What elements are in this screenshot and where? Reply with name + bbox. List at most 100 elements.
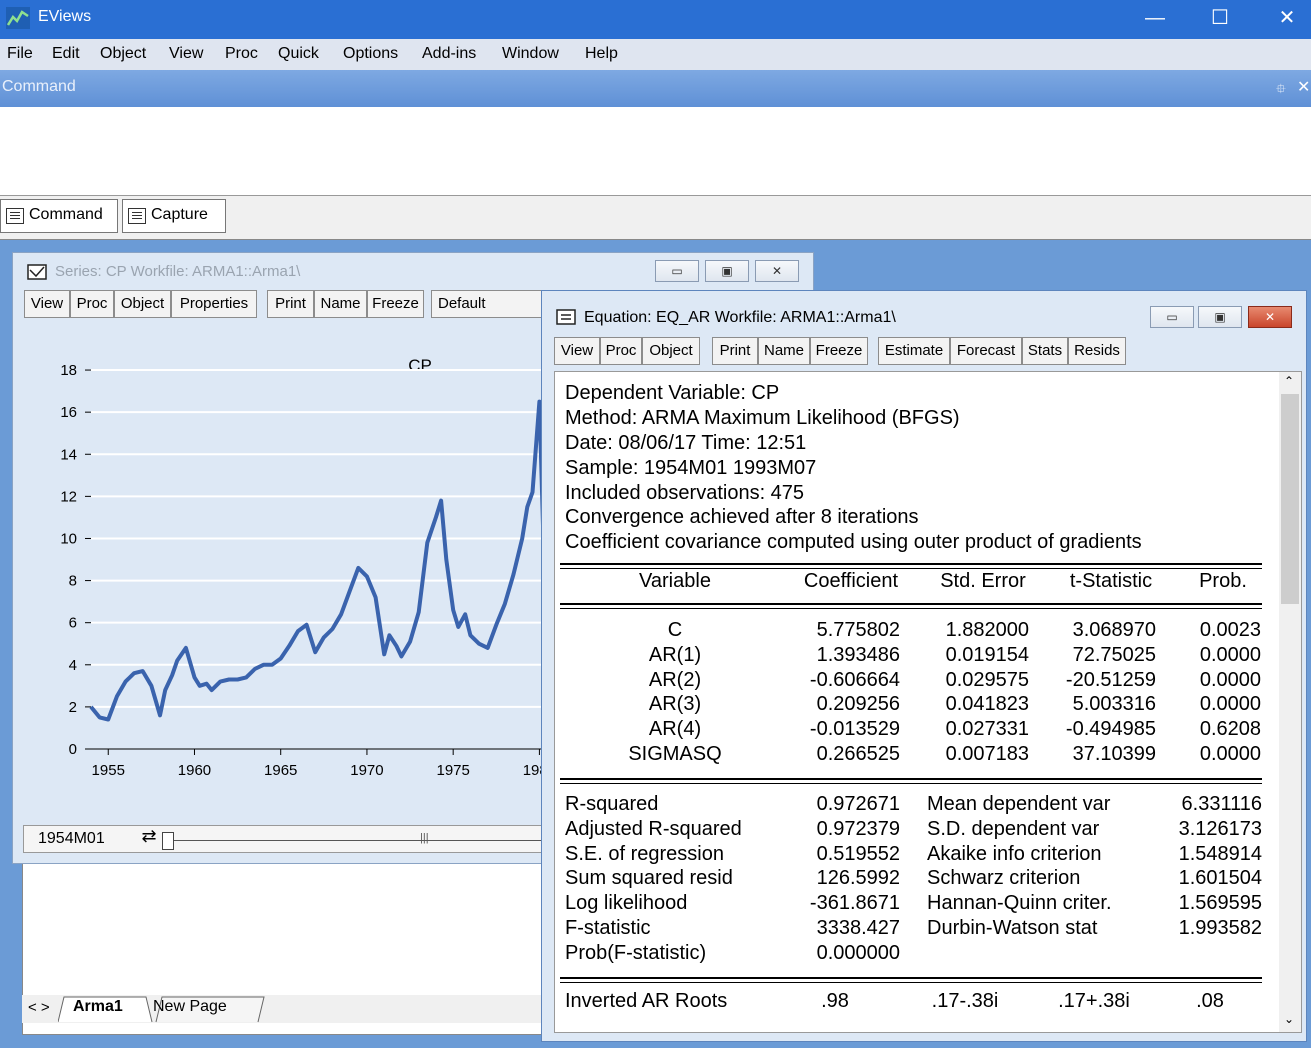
equation-forecast-button[interactable]: Forecast xyxy=(950,337,1022,365)
page-tab-arma1[interactable]: Arma1 xyxy=(73,998,123,1016)
menu-help[interactable]: Help xyxy=(585,45,618,63)
root-value: .98 xyxy=(821,990,849,1012)
equation-freeze-button[interactable]: Freeze xyxy=(810,337,868,365)
chart-gridlines xyxy=(91,369,567,708)
column-header: t-Statistic xyxy=(1069,570,1153,592)
scroll-thumb[interactable] xyxy=(1281,394,1299,604)
equation-view-button[interactable]: View xyxy=(554,337,600,365)
sample-scroll-row: 1954M01 ⇄ ||| xyxy=(23,825,583,853)
y-tick-label: 4 xyxy=(69,657,77,674)
y-tick-label: 6 xyxy=(69,615,77,632)
series-freeze-button[interactable]: Freeze xyxy=(367,290,424,318)
series-name-button[interactable]: Name xyxy=(314,290,367,318)
equation-window: Equation: EQ_AR Workfile: ARMA1::Arma1\ … xyxy=(541,290,1307,1042)
statistic-value: -361.8671 xyxy=(809,892,900,915)
statistic-value: 1.601504 xyxy=(1178,867,1262,890)
tab-command[interactable]: Command xyxy=(0,199,118,233)
equation-proc-button[interactable]: Proc xyxy=(600,337,642,365)
column-header: Prob. xyxy=(1199,570,1247,592)
y-tick-label: 18 xyxy=(60,362,77,379)
convergence-line: Convergence achieved after 8 iterations xyxy=(565,506,919,528)
series-object-button[interactable]: Object xyxy=(114,290,171,318)
y-tick-label: 14 xyxy=(60,446,77,463)
statistic-value: 1.993582 xyxy=(1178,917,1262,939)
coefficient-cell: -0.013529 xyxy=(809,718,900,741)
y-tick-label: 2 xyxy=(69,699,77,716)
table-rule xyxy=(560,563,1262,565)
series-print-button[interactable]: Print xyxy=(267,290,314,318)
command-close-icon[interactable]: ✕ xyxy=(1297,77,1310,97)
coefficient-cell: 5.775802 xyxy=(816,619,900,641)
series-view-button[interactable]: View xyxy=(24,290,70,318)
command-panel-title: Command xyxy=(2,78,76,95)
sample-slider-handle[interactable] xyxy=(162,832,174,850)
menu-edit[interactable]: Edit xyxy=(52,45,80,63)
series-restore-button[interactable]: ▣ xyxy=(705,260,749,282)
statistic-value: 0.972379 xyxy=(816,817,900,840)
equation-close-button[interactable]: ✕ xyxy=(1248,306,1292,328)
statistic-value: 0.000000 xyxy=(816,941,900,964)
equation-resids-button[interactable]: Resids xyxy=(1068,337,1126,365)
output-scrollbar[interactable]: ⌃ ⌄ xyxy=(1279,372,1301,1032)
statistic-value: 3.126173 xyxy=(1178,817,1262,840)
sample-toggle-icon[interactable]: ⇄ xyxy=(136,826,162,852)
series-icon xyxy=(27,264,47,280)
y-tick-label: 8 xyxy=(69,573,77,590)
table-rule xyxy=(560,783,1262,784)
equation-minimize-button[interactable]: ▭ xyxy=(1150,306,1194,328)
app-title: EViews xyxy=(38,8,92,25)
equation-stats-button[interactable]: Stats xyxy=(1022,337,1068,365)
menu-options[interactable]: Options xyxy=(343,45,398,63)
series-properties-button[interactable]: Properties xyxy=(171,290,257,318)
page-nav-arrows[interactable]: < > xyxy=(28,999,50,1016)
equation-print-button[interactable]: Print xyxy=(712,337,758,365)
command-input-area[interactable] xyxy=(0,107,1311,196)
maximize-button[interactable]: ☐ xyxy=(1205,4,1235,32)
sample-slider-track[interactable] xyxy=(174,840,574,841)
x-tick-label: 1955 xyxy=(92,762,125,779)
page-tab-new-page[interactable]: New Page xyxy=(153,998,227,1016)
table-rule xyxy=(560,778,1262,780)
equation-name-button[interactable]: Name xyxy=(758,337,810,365)
statistic-label: S.E. of regression xyxy=(565,842,724,865)
estimation-output: Dependent Variable: CP Method: ARMA Maxi… xyxy=(554,371,1302,1033)
series-minimize-button[interactable]: ▭ xyxy=(655,260,699,282)
menu-window[interactable]: Window xyxy=(502,45,559,63)
statistic-value: 3338.427 xyxy=(816,917,900,939)
equation-restore-button[interactable]: ▣ xyxy=(1198,306,1242,328)
view-dropdown[interactable]: Default xyxy=(431,290,551,318)
sample-line: Sample: 1954M01 1993M07 xyxy=(565,457,817,479)
x-tick-label: 1960 xyxy=(178,762,211,779)
scroll-down-icon[interactable]: ⌄ xyxy=(1284,1012,1294,1026)
scroll-up-icon[interactable]: ⌃ xyxy=(1284,374,1294,388)
statistic-value: 0.972671 xyxy=(816,793,900,815)
menu-object[interactable]: Object xyxy=(100,45,146,63)
minimize-button[interactable]: — xyxy=(1140,4,1170,32)
close-button[interactable]: ✕ xyxy=(1272,4,1302,32)
menu-view[interactable]: View xyxy=(169,45,203,63)
pin-icon[interactable]: ⯐ xyxy=(1276,80,1286,102)
statistic-value: 6.331116 xyxy=(1181,793,1262,815)
series-window-title: Series: CP Workfile: ARMA1::Arma1\ xyxy=(55,263,301,280)
tab-capture[interactable]: Capture xyxy=(122,199,226,233)
menu-add-ins[interactable]: Add-ins xyxy=(422,45,476,63)
menu-file[interactable]: File xyxy=(7,45,33,63)
app-titlebar: EViews — ☐ ✕ xyxy=(0,0,1311,39)
sample-start-value: 1954M01 xyxy=(38,830,105,847)
statistic-label: F-statistic xyxy=(565,917,651,939)
series-close-button[interactable]: ✕ xyxy=(755,260,799,282)
coefficient-cell: 0.0000 xyxy=(1199,643,1261,666)
coefficient-cell: 0.6208 xyxy=(1199,718,1261,741)
y-tick-label: 10 xyxy=(60,530,77,547)
bottom-tab-strip: Command Capture xyxy=(0,196,1311,240)
series-proc-button[interactable]: Proc xyxy=(70,290,114,318)
equation-estimate-button[interactable]: Estimate xyxy=(878,337,950,365)
equation-object-button[interactable]: Object xyxy=(642,337,700,365)
statistic-label: Sum squared resid xyxy=(565,867,733,890)
column-header: Std. Error xyxy=(940,570,1026,592)
coefficient-cell: 0.027331 xyxy=(945,718,1029,741)
coefficient-cell: 0.0000 xyxy=(1199,668,1261,691)
command-window-icon xyxy=(6,208,24,224)
menu-quick[interactable]: Quick xyxy=(278,45,319,63)
menu-proc[interactable]: Proc xyxy=(225,45,258,63)
